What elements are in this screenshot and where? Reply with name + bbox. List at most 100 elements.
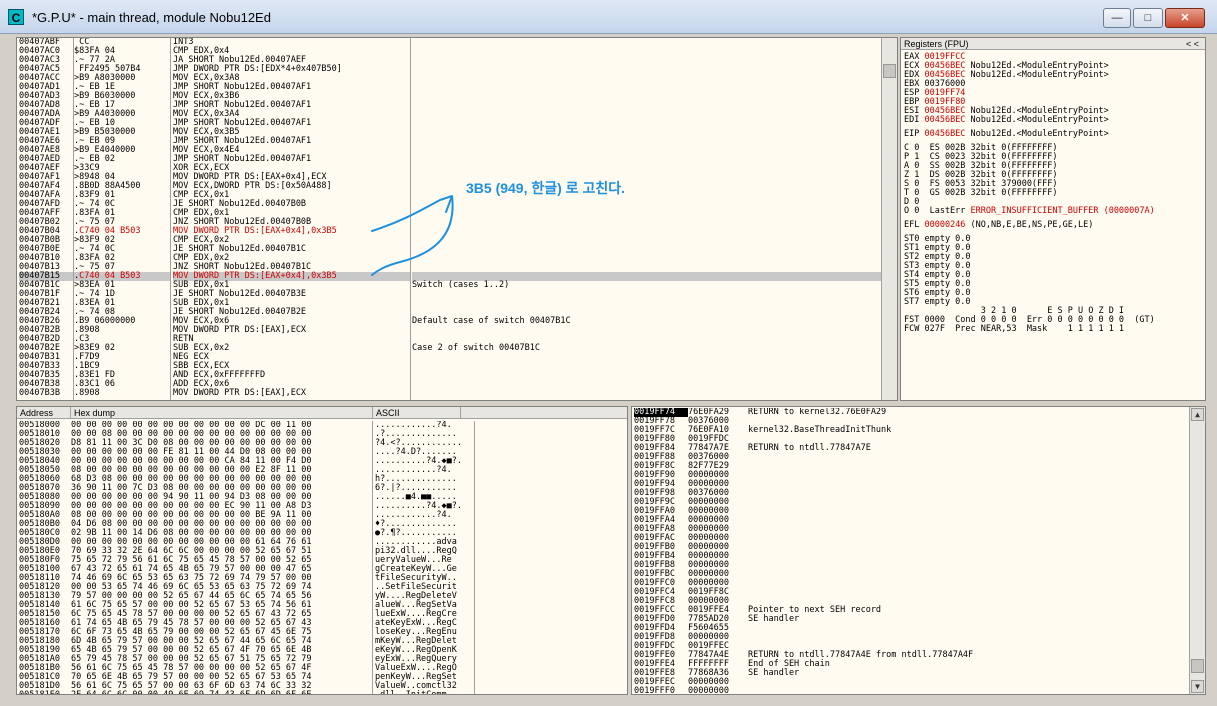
disasm-row-comment xyxy=(412,56,882,65)
stack-body: 0019FF74 0019FF78 0019FF7C 0019FF80 0019FF84… xyxy=(632,408,1189,694)
disasm-row-comment xyxy=(412,353,882,362)
dump-header-ascii[interactable]: ASCII xyxy=(373,407,461,419)
registers-title: Registers (FPU) xyxy=(904,39,969,49)
stack-scroll-thumb[interactable] xyxy=(1191,659,1204,673)
disasm-row-comment xyxy=(412,128,882,137)
stack-value-column: 76E0FA29 00376000 76E0FA10 0019FFDC 77847A7E… xyxy=(688,408,748,694)
register-line: FCW 027F Prec NEAR,53 Mask 1 1 1 1 1 1 xyxy=(904,324,1125,334)
disasm-row-comment: Switch (cases 1..2) xyxy=(412,280,510,290)
stack-row-comment xyxy=(748,543,1188,552)
disasm-row-comment xyxy=(412,254,882,263)
stack-row-comment xyxy=(748,507,1188,516)
disasm-row-comment xyxy=(412,137,882,146)
stack-scrollbar[interactable]: ▲ ▼ xyxy=(1189,407,1205,694)
window-title: *G.P.U* - main thread, module Nobu12Ed xyxy=(32,10,271,25)
disasm-row-comment xyxy=(412,38,882,47)
disasm-row-comment xyxy=(412,389,882,398)
stack-pane[interactable]: 0019FF74 0019FF78 0019FF7C 0019FF80 0019FF84… xyxy=(631,406,1206,695)
stack-row-comment: Pointer to next SEH record xyxy=(748,605,882,615)
dump-row-ascii: .dll..InitComm xyxy=(375,691,474,695)
stack-row-comment xyxy=(748,525,1188,534)
dump-address-column: 00518000 00518010 00518020 00518030 00518040… xyxy=(19,421,71,694)
dump-row-address: 005181E0 xyxy=(19,691,71,695)
register-line: EDI 00456BEC Nobu12Ed.<ModuleEntryPoint> xyxy=(904,115,1109,125)
app-icon: C xyxy=(8,9,24,25)
disasm-row-comment xyxy=(412,200,882,209)
disasm-row-comment: Default case of switch 00407B1C xyxy=(412,316,571,326)
stack-row-comment: End of SEH chain xyxy=(748,659,830,669)
disasm-row-bytes: 8908 xyxy=(79,388,100,398)
dump-header: Address Hex dump ASCII xyxy=(17,407,627,419)
disasm-row-comment xyxy=(412,110,882,119)
disasm-row-hex: .8908 xyxy=(74,389,170,398)
disasm-comment-column: Switch (cases 1..2) Default case of switc… xyxy=(412,38,882,400)
disasm-row-comment xyxy=(412,155,882,164)
stack-row-comment xyxy=(748,516,1188,525)
dump-body: 00518000 00518010 00518020 00518030 00518040… xyxy=(17,421,627,694)
register-line: EIP 00456BEC Nobu12Ed.<ModuleEntryPoint> xyxy=(904,129,1109,139)
disasm-address-column: 00407ABF 00407AC0 00407AC3 00407AC5 00407ACC… xyxy=(19,38,73,400)
stack-row-comment xyxy=(748,471,1188,480)
disasm-row-comment xyxy=(412,245,882,254)
dump-row-hex: 2E 64 6C 6C 00 00 49 6E 69 74 43 6F 6D 6… xyxy=(71,691,372,695)
registers-header[interactable]: Registers (FPU) < < xyxy=(901,38,1205,50)
maximize-button[interactable]: □ xyxy=(1133,8,1163,28)
stack-scroll-down-icon[interactable]: ▼ xyxy=(1191,680,1204,693)
disasm-hex-column: CC $83FA 04 .~ 77 2A FF2495 507B4 >B9 A8030… xyxy=(73,38,171,400)
memory-dump-pane[interactable]: Address Hex dump ASCII 00518000 00518010 0… xyxy=(16,406,628,695)
dump-ascii-column: ............?4..?.............. ?4.<?....… xyxy=(375,421,475,694)
stack-row-comment xyxy=(748,552,1188,561)
stack-row-comment xyxy=(748,480,1188,489)
disasm-row-comment xyxy=(412,74,882,83)
disasm-row-comment xyxy=(412,218,882,227)
disasm-row-instruction: MOV DWORD PTR DS:[EAX],ECX xyxy=(173,388,307,398)
stack-row-comment xyxy=(748,588,1188,597)
disasm-scroll-thumb[interactable] xyxy=(883,64,896,78)
disasm-row-comment xyxy=(412,263,882,272)
registers-list: EAX 0019FFCC ECX 00456BEC Nobu12Ed.<Modul… xyxy=(904,53,1203,334)
stack-row-value: 00000000 xyxy=(688,686,729,695)
stack-address-column: 0019FF74 0019FF78 0019FF7C 0019FF80 0019FF84… xyxy=(634,408,688,694)
registers-pane[interactable]: Registers (FPU) < < EAX 0019FFCC ECX 0045… xyxy=(900,37,1206,401)
stack-row-comment xyxy=(748,462,1188,471)
title-bar[interactable]: C *G.P.U* - main thread, module Nobu12Ed… xyxy=(0,0,1217,34)
disasm-row-comment xyxy=(412,65,882,74)
disasm-row-comment xyxy=(412,164,882,173)
disasm-row-comment xyxy=(412,101,882,110)
stack-row-comment xyxy=(748,561,1188,570)
disasm-row-comment xyxy=(412,380,882,389)
disasm-row-comment xyxy=(412,83,882,92)
stack-row-comment xyxy=(748,498,1188,507)
stack-row-comment: kernel32.BaseThreadInitThunk xyxy=(748,425,892,435)
dump-hex-column: 00 00 00 00 00 00 00 00 00 00 00 00 DC 0… xyxy=(71,421,373,694)
close-button[interactable]: ✕ xyxy=(1165,8,1205,28)
minimize-button[interactable]: — xyxy=(1103,8,1131,28)
stack-row-comment xyxy=(748,624,1188,633)
stack-scroll-up-icon[interactable]: ▲ xyxy=(1191,408,1204,421)
stack-row-comment: RETURN to ntdll.77847A7E xyxy=(748,443,871,453)
stack-row-comment xyxy=(748,678,1188,687)
stack-row-comment xyxy=(748,633,1188,642)
disasm-row-comment xyxy=(412,47,882,56)
dump-header-hex[interactable]: Hex dump xyxy=(71,407,373,419)
disasm-row-comment xyxy=(412,299,882,308)
stack-row-comment xyxy=(748,489,1188,498)
stack-row-comment xyxy=(748,687,1188,694)
stack-row-comment: SE handler xyxy=(748,668,800,678)
disasm-row-comment xyxy=(412,362,882,371)
disasm-instruction-column: INT3 CMP EDX,0x4 JA SHORT Nobu12Ed.00407AE… xyxy=(173,38,411,400)
disasm-row-comment xyxy=(412,119,882,128)
dump-header-address[interactable]: Address xyxy=(17,407,71,419)
stack-row-comment xyxy=(748,570,1188,579)
disasm-row-comment xyxy=(412,227,882,236)
registers-nav-arrows[interactable]: < < xyxy=(1186,38,1199,50)
disasm-row-comment xyxy=(412,209,882,218)
disasm-row-comment xyxy=(412,236,882,245)
disassembly-pane[interactable]: 00407ABF 00407AC0 00407AC3 00407AC5 00407ACC… xyxy=(16,37,898,401)
disasm-row-comment: Case 2 of switch 00407B1C xyxy=(412,343,540,353)
stack-row-address: 0019FFF0 xyxy=(634,686,675,695)
register-line: T 0 GS 002B 32bit 0(FFFFFFFF) xyxy=(904,188,1058,198)
disasm-scrollbar[interactable] xyxy=(881,38,897,400)
disasm-row-address: 00407B3B xyxy=(19,388,60,398)
disasm-row-comment xyxy=(412,371,882,380)
